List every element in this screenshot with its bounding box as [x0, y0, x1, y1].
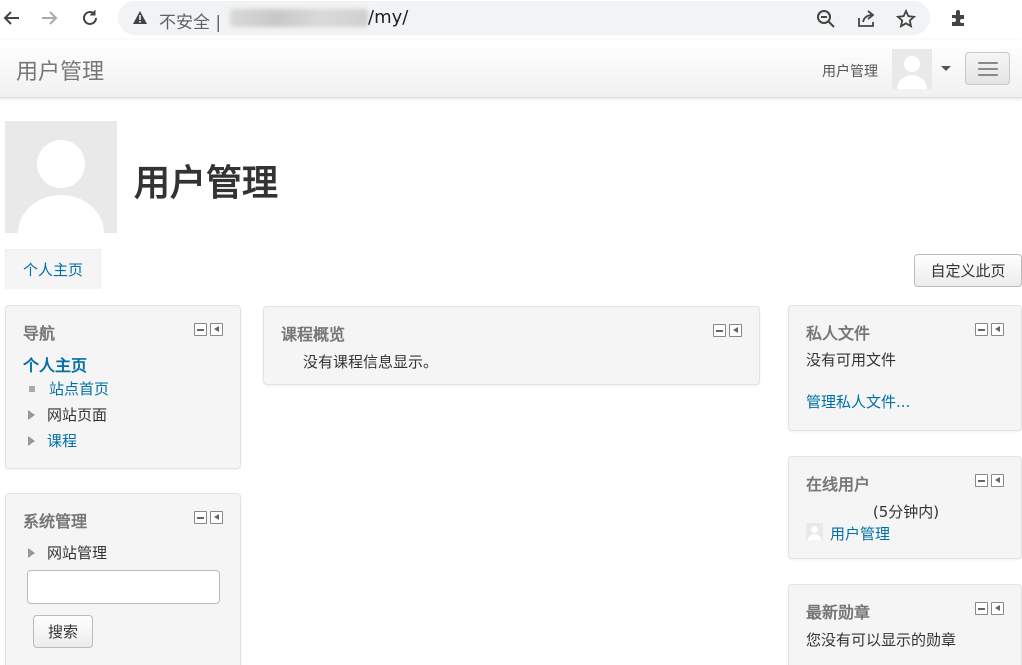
- block-title: 私人文件: [806, 324, 871, 343]
- block-title: 在线用户: [806, 475, 871, 494]
- page-title: 用户管理: [134, 163, 279, 204]
- hamburger-line: [978, 62, 998, 64]
- collapse-icon[interactable]: [975, 323, 988, 336]
- warning-icon: [132, 10, 148, 29]
- manage-files-link[interactable]: 管理私人文件...: [806, 391, 910, 412]
- search-button[interactable]: 搜索: [33, 615, 93, 648]
- online-user-link[interactable]: 用户管理: [830, 523, 890, 544]
- expand-triangle-icon[interactable]: [28, 547, 35, 558]
- block-controls: [975, 602, 1004, 615]
- collapse-icon[interactable]: [713, 324, 726, 337]
- user-menu-caret-icon[interactable]: [941, 66, 951, 71]
- address-bar[interactable]: 不安全 | /my/: [118, 1, 930, 35]
- dock-icon[interactable]: [210, 511, 223, 524]
- block-title: 系统管理: [23, 512, 88, 531]
- private-files-block: 私人文件 没有可用文件 管理私人文件...: [788, 305, 1022, 431]
- reload-icon[interactable]: [78, 6, 102, 30]
- nav-item-label[interactable]: 课程: [47, 430, 77, 451]
- header-avatar[interactable]: [892, 49, 932, 89]
- collapse-icon[interactable]: [194, 511, 207, 524]
- url-path: /my/: [368, 7, 409, 28]
- block-controls: [713, 324, 742, 337]
- nav-item-label[interactable]: 站点首页: [49, 378, 109, 399]
- course-overview-block: 课程概览 没有课程信息显示。: [263, 306, 760, 385]
- insecure-label: 不安全 |: [159, 13, 222, 33]
- customize-page-button[interactable]: 自定义此页: [914, 254, 1022, 287]
- dock-icon[interactable]: [210, 323, 223, 336]
- block-controls: [975, 323, 1004, 336]
- share-icon[interactable]: [855, 8, 877, 30]
- hamburger-line: [978, 68, 998, 70]
- navigation-block: 导航 个人主页 站点首页 网站页面 课程: [5, 305, 241, 469]
- admin-search-input[interactable]: [27, 570, 220, 604]
- nav-item-courses[interactable]: 课程: [24, 430, 77, 451]
- block-controls: [194, 511, 223, 524]
- block-title: 课程概览: [281, 325, 346, 344]
- site-brand-link[interactable]: 用户管理: [16, 54, 104, 86]
- nav-home-link[interactable]: 个人主页: [23, 352, 87, 376]
- dock-icon[interactable]: [991, 474, 1004, 487]
- latest-badges-block: 最新勋章 您没有可以显示的勋章: [788, 584, 1022, 665]
- dock-icon[interactable]: [991, 323, 1004, 336]
- hamburger-menu-button[interactable]: [965, 52, 1010, 85]
- online-user-avatar[interactable]: [806, 523, 823, 540]
- block-controls: [194, 323, 223, 336]
- zoom-icon[interactable]: [815, 8, 837, 30]
- administration-block: 系统管理 网站管理 搜索: [5, 493, 241, 665]
- online-users-block: 在线用户 (5分钟内) 用户管理: [788, 456, 1022, 559]
- back-arrow-icon[interactable]: [0, 6, 24, 30]
- extensions-icon[interactable]: [946, 6, 970, 30]
- nav-item-label[interactable]: 网站页面: [47, 404, 107, 425]
- course-empty-text: 没有课程信息显示。: [303, 353, 439, 371]
- collapse-icon[interactable]: [194, 323, 207, 336]
- files-empty-text: 没有可用文件: [806, 351, 897, 369]
- expand-triangle-icon[interactable]: [28, 409, 35, 420]
- nav-item-site-pages[interactable]: 网站页面: [24, 404, 107, 425]
- admin-item-site-admin[interactable]: 网站管理: [24, 542, 107, 563]
- collapse-icon[interactable]: [975, 474, 988, 487]
- block-title: 最新勋章: [806, 603, 871, 622]
- tab-home[interactable]: 个人主页: [5, 249, 101, 289]
- bullet-square-icon: [29, 385, 35, 392]
- dock-icon[interactable]: [729, 324, 742, 337]
- blurred-host: [230, 9, 368, 27]
- badges-empty-text: 您没有可以显示的勋章: [806, 631, 957, 649]
- site-header: 用户管理 用户管理: [0, 40, 1022, 98]
- bookmark-star-icon[interactable]: [895, 8, 917, 30]
- header-user-name[interactable]: 用户管理: [822, 61, 878, 81]
- profile-avatar: [5, 121, 117, 233]
- online-period-text: (5分钟内): [872, 503, 940, 521]
- block-controls: [975, 474, 1004, 487]
- forward-arrow-icon[interactable]: [37, 6, 61, 30]
- dock-icon[interactable]: [991, 602, 1004, 615]
- expand-triangle-icon[interactable]: [28, 435, 35, 446]
- block-title: 导航: [23, 324, 56, 343]
- collapse-icon[interactable]: [975, 602, 988, 615]
- nav-item-site-home[interactable]: 站点首页: [24, 378, 109, 399]
- admin-item-label[interactable]: 网站管理: [47, 542, 107, 563]
- browser-toolbar: 不安全 | /my/: [0, 0, 1022, 36]
- hamburger-line: [978, 74, 998, 76]
